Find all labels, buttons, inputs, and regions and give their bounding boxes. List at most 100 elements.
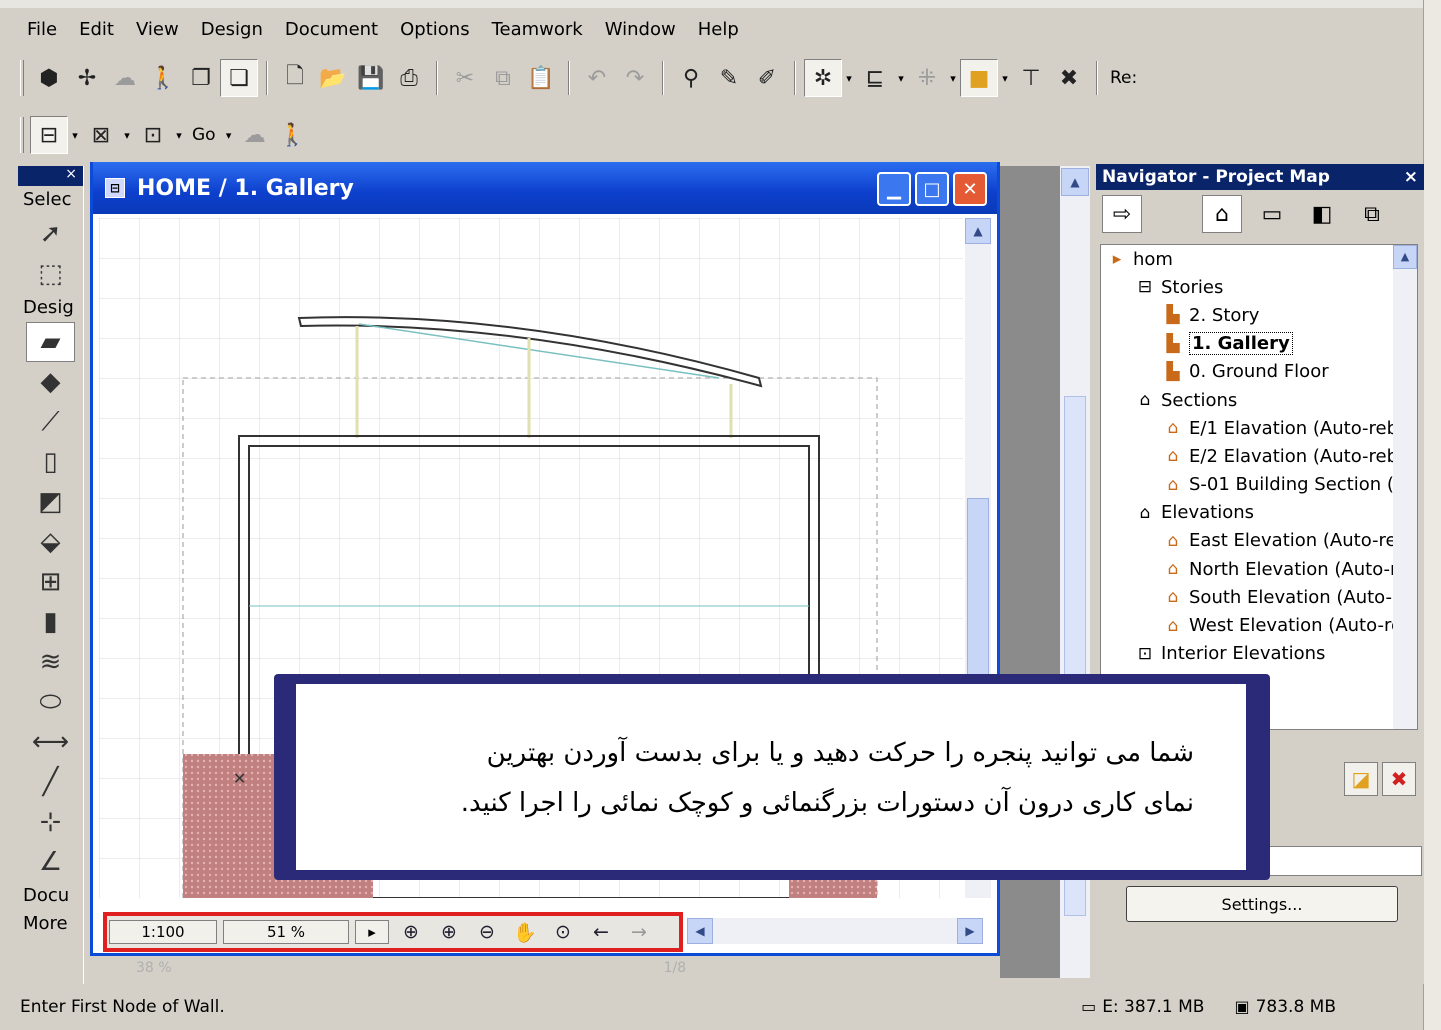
slab-tool-icon[interactable]: ◆ (18, 362, 83, 402)
marquee-tool-icon[interactable]: ⬚ (18, 254, 83, 294)
menu-design[interactable]: Design (190, 12, 274, 48)
scroll-up-icon[interactable]: ▲ (1393, 245, 1417, 269)
toolbar-grip[interactable] (20, 60, 24, 96)
arrow-tool-icon[interactable]: ➚ (18, 214, 83, 254)
dimension-icon[interactable]: ⊤ (1012, 59, 1050, 97)
drawing-window-titlebar[interactable]: ⊟ HOME / 1. Gallery ▁ □ ✕ (93, 162, 997, 214)
navigator-close-button[interactable]: × (1404, 167, 1418, 187)
stair-tool-icon[interactable]: ≋ (18, 642, 83, 682)
toolbox-section-more[interactable]: More (18, 910, 83, 938)
cut-icon[interactable]: ✂ (446, 59, 484, 97)
tree-item[interactable]: ⌂ S-01 Building Section (A (1101, 471, 1417, 499)
column-tool-icon[interactable]: ▯ (18, 442, 83, 482)
undo-icon[interactable]: ↶ (578, 59, 616, 97)
close-button[interactable]: ✕ (953, 172, 987, 206)
tree-item[interactable]: ⌂ North Elevation (Auto-r (1101, 555, 1417, 583)
next-zoom-icon[interactable]: → (623, 921, 655, 943)
tree-item[interactable]: ▙ 1. Gallery (1101, 330, 1417, 358)
tree-vertical-scrollbar[interactable]: ▲ (1393, 245, 1417, 729)
render-icon[interactable]: ☁ (106, 59, 144, 97)
maximize-button[interactable]: □ (915, 172, 949, 206)
section-view-icon[interactable]: ⊠ (82, 116, 120, 154)
layout-book-tab-icon[interactable]: ◧ (1302, 195, 1342, 233)
menu-file[interactable]: File (16, 12, 68, 48)
snap-dropdown-icon[interactable]: ▾ (842, 72, 856, 85)
res-label[interactable]: Re: (1106, 68, 1141, 88)
menu-edit[interactable]: Edit (68, 12, 125, 48)
project-map-tab-icon[interactable]: ⌂ (1202, 195, 1242, 233)
model-view-icon[interactable]: ❏ (220, 59, 258, 97)
menu-options[interactable]: Options (389, 12, 480, 48)
mesh-tool-icon[interactable]: ⬭ (18, 682, 83, 722)
new-item-icon[interactable]: ◪ (1344, 762, 1378, 796)
scroll-right-icon[interactable]: ▶ (957, 918, 983, 944)
roof-tool-icon[interactable]: ◩ (18, 482, 83, 522)
project-map-tree[interactable]: ▸ hom ⊟ Stories ▙ 2. Story ▙ 1. Gallery ▙ 0. Grou… (1100, 244, 1418, 730)
floor-plan-icon[interactable]: ⊟ (30, 116, 68, 154)
menu-teamwork[interactable]: Teamwork (481, 12, 594, 48)
copy-icon[interactable]: ⧉ (484, 59, 522, 97)
line-tool-icon[interactable]: ╱ (18, 762, 83, 802)
scroll-thumb[interactable] (967, 498, 989, 678)
door-tool-icon[interactable]: ▮ (18, 602, 83, 642)
new-file-icon[interactable]: 🗋 (276, 59, 314, 97)
pan-hand-icon[interactable]: ✋ (509, 921, 541, 944)
grid-dropdown-icon[interactable]: ▾ (946, 72, 960, 85)
redo-icon[interactable]: ↷ (616, 59, 654, 97)
scroll-left-icon[interactable]: ◀ (687, 918, 713, 944)
shell-tool-icon[interactable]: ⬙ (18, 522, 83, 562)
drawing-horizontal-scrollbar[interactable]: ◀ ▶ (687, 918, 983, 944)
publisher-tab-icon[interactable]: ⧉ (1352, 195, 1392, 233)
toolbox-section-document[interactable]: Docu (18, 882, 83, 910)
menu-help[interactable]: Help (687, 12, 750, 48)
camera-icon[interactable]: ✢ (68, 59, 106, 97)
section-dropdown-icon[interactable]: ▾ (120, 129, 134, 142)
tree-item[interactable]: ▸ hom (1101, 245, 1417, 273)
print-icon[interactable]: ⎙ (390, 59, 428, 97)
zoom-popup-arrow-icon[interactable]: ▸ (355, 920, 389, 944)
layer-combo-icon[interactable]: ■ (960, 59, 998, 97)
snap-icon[interactable]: ✲ (804, 59, 842, 97)
tree-item[interactable]: ⊡ Interior Elevations (1101, 640, 1417, 668)
navigator-titlebar[interactable]: Navigator - Project Map × (1096, 164, 1424, 190)
layout-icon[interactable]: ⊡ (134, 116, 172, 154)
layers-icon[interactable]: ❐ (182, 59, 220, 97)
syringe-icon[interactable]: ✐ (748, 59, 786, 97)
window-tool-icon[interactable]: ⊞ (18, 562, 83, 602)
dimension-tool-icon[interactable]: ⟷ (18, 722, 83, 762)
go-button[interactable]: Go (186, 125, 222, 145)
beam-tool-icon[interactable]: ⟋ (18, 402, 83, 442)
toolbox-section-select[interactable]: Selec (18, 186, 83, 214)
grid-snap-icon[interactable]: ⁜ (908, 59, 946, 97)
tree-item[interactable]: ⌂ E/2 Elavation (Auto-reb (1101, 442, 1417, 470)
toolbox-close-button[interactable]: × (18, 166, 83, 186)
navigator-mode-icon[interactable]: ⇨ (1102, 195, 1142, 233)
view-map-tab-icon[interactable]: ▭ (1252, 195, 1292, 233)
gravity-icon[interactable]: ⊑ (856, 59, 894, 97)
fit-in-window-icon[interactable]: ⊙ (547, 921, 579, 943)
toolbar-grip[interactable] (20, 117, 24, 153)
scale-field[interactable]: 1:100 (109, 920, 217, 944)
open-folder-icon[interactable]: 📂 (314, 59, 352, 97)
zoom-in-icon[interactable]: ⊕ (433, 921, 465, 943)
layer-combo-dropdown-icon[interactable]: ▾ (998, 72, 1012, 85)
menu-view[interactable]: View (125, 12, 190, 48)
cross-icon[interactable]: ✖ (1050, 59, 1088, 97)
eyedropper-icon[interactable]: ✎ (710, 59, 748, 97)
floor-plan-dropdown-icon[interactable]: ▾ (68, 129, 82, 142)
wall-tool-icon[interactable]: ▰ (26, 322, 75, 362)
walk-icon[interactable]: 🚶 (144, 59, 182, 97)
settings-button[interactable]: Settings... (1126, 886, 1398, 922)
menu-window[interactable]: Window (594, 12, 687, 48)
menu-document[interactable]: Document (274, 12, 389, 48)
tree-item[interactable]: ⌂ Sections (1101, 386, 1417, 414)
layout-dropdown-icon[interactable]: ▾ (172, 129, 186, 142)
tree-item[interactable]: ⌂ West Elevation (Auto-re (1101, 611, 1417, 639)
angle-dimension-icon[interactable]: ∠ (18, 842, 83, 882)
walk-icon[interactable]: 🚶 (274, 116, 312, 154)
tree-item[interactable]: ⊟ Stories (1101, 273, 1417, 301)
level-dimension-icon[interactable]: ⊹ (18, 802, 83, 842)
tree-item[interactable]: ⌂ E/1 Elavation (Auto-reb (1101, 414, 1417, 442)
save-icon[interactable]: 💾 (352, 59, 390, 97)
delete-item-icon[interactable]: ✖ (1382, 762, 1416, 796)
